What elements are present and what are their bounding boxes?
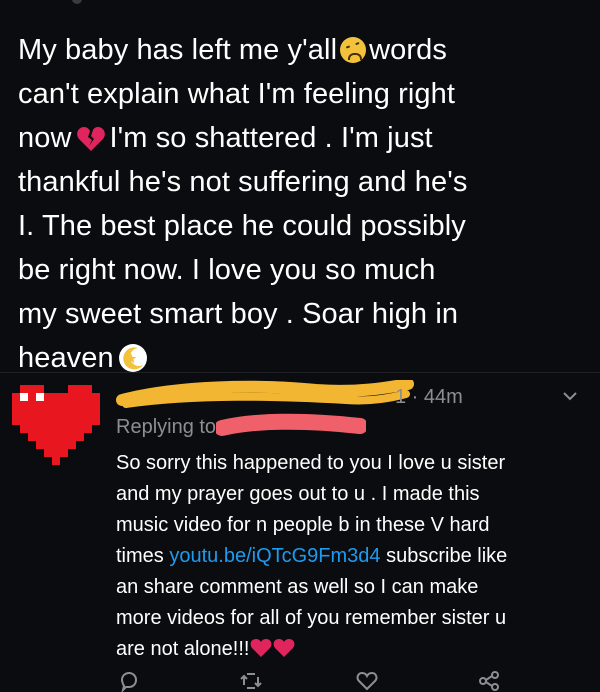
- like-icon[interactable]: [356, 670, 378, 692]
- replying-to: Replying to: [116, 413, 366, 439]
- tweet-text-segment: My baby has left me y'all: [18, 34, 338, 66]
- youtube-link[interactable]: youtu.be/iQTcG9Fm3d4: [169, 545, 380, 567]
- tweet-line: my sweet smart boy . Soar high in: [18, 298, 459, 330]
- retweet-icon[interactable]: [240, 670, 262, 692]
- reply-text-segment: times: [116, 545, 170, 567]
- moon-star-emoji-icon: [118, 344, 147, 372]
- indicator-dot: [72, 0, 82, 4]
- action-bar: [0, 666, 600, 692]
- reply-text: So sorry this happened to you I love u s…: [116, 448, 586, 665]
- reply-line: more videos for all of you remember sist…: [116, 607, 507, 629]
- share-icon[interactable]: [478, 670, 500, 692]
- reply-header: 1 · 44m: [112, 380, 592, 412]
- reply-line: an share comment as well so I can make: [116, 576, 479, 598]
- tweet-line: I. The best place he could possibly: [18, 210, 466, 242]
- sad-face-emoji-icon: [340, 37, 367, 63]
- red-heart-emoji-icon: [274, 639, 295, 657]
- name-redaction-scribble: [116, 380, 414, 408]
- broken-heart-emoji-icon: [76, 127, 105, 151]
- reply-line: and my prayer goes out to u . I made thi…: [116, 483, 480, 505]
- tweet-line: thankful he's not suffering and he's: [18, 166, 468, 198]
- red-heart-emoji-icon: [251, 639, 272, 657]
- reply-icon[interactable]: [118, 670, 140, 692]
- divider: [0, 372, 600, 373]
- chevron-down-icon[interactable]: [562, 390, 578, 402]
- reply-text-segment: are not alone!!!: [116, 638, 250, 660]
- tweet-line: now I'm so shattered . I'm just: [18, 116, 588, 160]
- tweet-text-segment: now: [18, 122, 72, 154]
- tweet-line: can't explain what I'm feeling right: [18, 78, 456, 110]
- reply-text-segment: subscribe like: [380, 545, 508, 567]
- tweet-line: be right now. I love you so much: [18, 254, 436, 286]
- tweet-text-segment: I'm so shattered . I'm just: [109, 122, 433, 154]
- main-tweet-text: My baby has left me y'all words can't exp…: [18, 28, 588, 380]
- reply-line: music video for n people b in these V ha…: [116, 514, 490, 536]
- handle-redaction-scribble: [216, 413, 366, 436]
- reply-line: times youtu.be/iQTcG9Fm3d4 subscribe lik…: [116, 541, 586, 572]
- tweet-line: My baby has left me y'all words: [18, 28, 588, 72]
- tweet-text-segment: heaven: [18, 342, 114, 374]
- tweet-line: heaven: [18, 336, 588, 380]
- reply-line: So sorry this happened to you I love u s…: [116, 452, 506, 474]
- replying-to-label: Replying to: [116, 416, 217, 438]
- tweet-text-segment: words: [369, 34, 447, 66]
- top-edge: [0, 0, 600, 10]
- pixel-heart-avatar[interactable]: [12, 380, 100, 470]
- reply-line: are not alone!!!: [116, 634, 586, 665]
- reply-timestamp: 1 · 44m: [395, 386, 463, 408]
